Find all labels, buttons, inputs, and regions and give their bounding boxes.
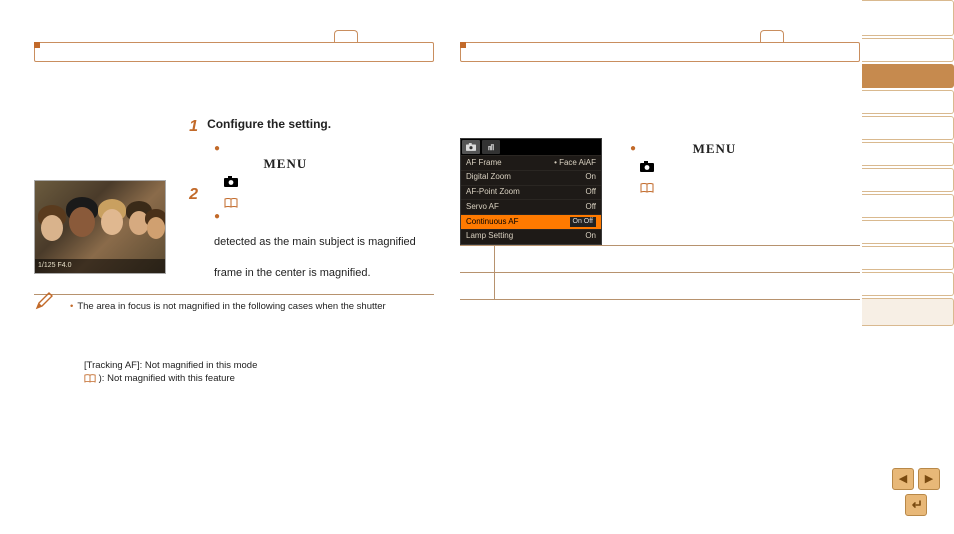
lcd-row-label: AF Frame: [466, 158, 502, 169]
menu-label: MENU: [264, 156, 308, 171]
lcd-row-label: Lamp Setting: [466, 231, 513, 242]
lcd-row-label: Continuous AF: [466, 217, 518, 228]
lcd-menu-row: Servo AF Off: [461, 199, 601, 214]
prev-page-button[interactable]: ◀: [892, 468, 914, 490]
page-nav: ◀ ▶: [892, 468, 940, 516]
step-1: 1 Configure the setting.: [184, 116, 434, 138]
sidebar-item-3[interactable]: [862, 64, 954, 88]
lcd-row-label: AF-Point Zoom: [466, 187, 520, 198]
sidebar-item-7[interactable]: [862, 168, 954, 192]
lcd-menu-row: AF Frame • Face AiAF: [461, 155, 601, 170]
book-icon[interactable]: [84, 373, 99, 384]
camera-icon: [640, 161, 654, 173]
lcd-row-value: On Off: [570, 217, 597, 228]
step-body-text: frame in the center is magnified.: [214, 266, 434, 281]
menu-label: MENU: [693, 141, 737, 156]
footnote-line: [Tracking AF]: Not magnified in this mod…: [84, 360, 257, 373]
pencil-icon: [34, 290, 56, 317]
lcd-menu-row: Digital Zoom On: [461, 170, 601, 185]
sidebar-item-6[interactable]: [862, 142, 954, 166]
lcd-row-value: On: [585, 231, 596, 242]
sidebar-nav: [862, 0, 954, 328]
return-button[interactable]: [905, 494, 927, 516]
footnote-line: ): Not magnified with this feature: [84, 373, 257, 386]
sidebar-item-11[interactable]: [862, 272, 954, 296]
sidebar-item-5[interactable]: [862, 116, 954, 140]
sidebar-item-4[interactable]: [862, 90, 954, 114]
lcd-row-label: Digital Zoom: [466, 172, 511, 183]
lcd-row-value: Off: [585, 202, 596, 213]
step-number: 2: [184, 184, 198, 206]
step-title: Configure the setting.: [207, 117, 331, 131]
lcd-row-value: On: [585, 172, 596, 183]
lcd-row-label: Servo AF: [466, 202, 499, 213]
lcd-menu-row: Lamp Setting On: [461, 229, 601, 244]
option-table: [460, 245, 860, 300]
sidebar-item-9[interactable]: [862, 220, 954, 244]
sidebar-item-12[interactable]: [862, 298, 954, 326]
lcd-tab-setup: [482, 140, 500, 154]
sidebar-item-1[interactable]: [862, 0, 954, 36]
bullet-icon: ●: [214, 210, 224, 224]
lcd-row-value: • Face AiAF: [554, 158, 596, 169]
footnote-block: [Tracking AF]: Not magnified in this mod…: [84, 360, 257, 386]
photo-overlay-left: 1/125 F4.0: [38, 261, 71, 270]
sidebar-item-10[interactable]: [862, 246, 954, 270]
sidebar-item-8[interactable]: [862, 194, 954, 218]
lcd-tab-shoot: [462, 140, 480, 154]
book-icon[interactable]: [640, 182, 654, 194]
section-heading-left: [34, 42, 434, 62]
bullet-icon: ●: [214, 142, 224, 156]
step-2: 2: [184, 184, 434, 206]
sample-photo: 1/125 F4.0: [34, 180, 166, 274]
sidebar-item-2[interactable]: [862, 38, 954, 62]
lcd-row-value: Off: [585, 187, 596, 198]
step-body-text: detected as the main subject is magnifie…: [214, 235, 434, 250]
section-heading-right: [460, 42, 860, 62]
bullet-icon: ●: [630, 142, 640, 156]
lcd-menu-row: Continuous AF On Off: [461, 214, 601, 229]
lcd-menu-row: AF-Point Zoom Off: [461, 185, 601, 200]
next-page-button[interactable]: ▶: [918, 468, 940, 490]
note-text: •The area in focus is not magnified in t…: [70, 301, 434, 314]
camera-lcd-menu: AF Frame • Face AiAF Digital Zoom On AF-Poin…: [460, 138, 602, 245]
step-number: 1: [184, 116, 198, 138]
